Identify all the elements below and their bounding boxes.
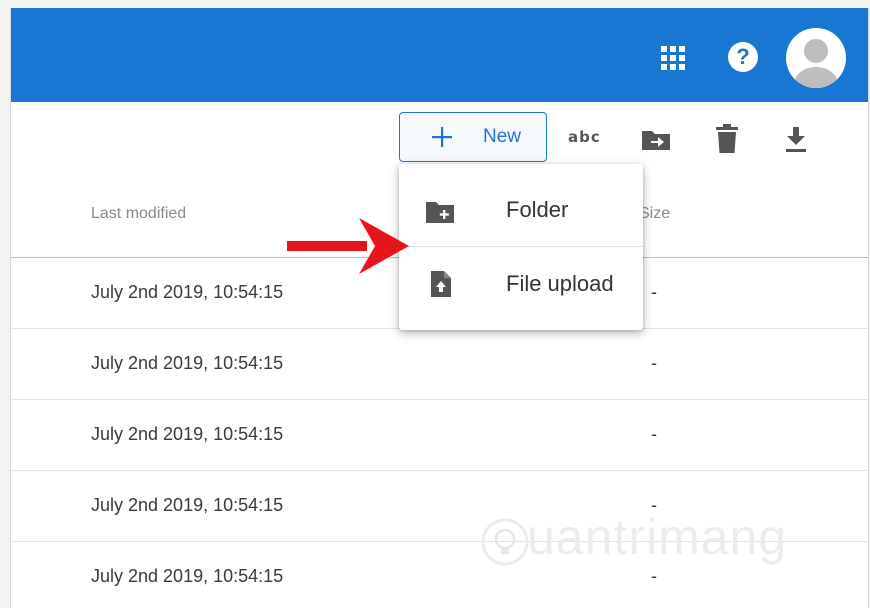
top-app-bar: ? <box>11 8 868 102</box>
rename-icon[interactable]: abc <box>568 128 601 146</box>
plus-icon <box>432 127 452 147</box>
apps-grid-icon[interactable] <box>660 45 686 71</box>
row-size: - <box>651 424 657 444</box>
watermark-logo-icon <box>481 518 529 566</box>
menu-item-folder-label: Folder <box>506 197 569 222</box>
new-dropdown-menu: Folder File upload <box>399 164 643 330</box>
new-button-label: New <box>483 126 522 147</box>
watermark-text: uantrimang <box>527 509 788 565</box>
menu-divider <box>399 246 643 247</box>
file-toolbar: New abc <box>11 102 868 172</box>
row-modified-date: July 2nd 2019, 10:54:15 <box>91 353 284 373</box>
column-header-last-modified[interactable]: Last modified <box>91 205 186 223</box>
row-size: - <box>651 353 657 373</box>
row-size: - <box>651 282 657 302</box>
row-modified-date: July 2nd 2019, 10:54:15 <box>91 495 284 515</box>
account-avatar-icon <box>786 28 846 88</box>
move-folder-icon[interactable] <box>640 128 672 152</box>
row-modified-date: July 2nd 2019, 10:54:15 <box>91 566 284 586</box>
trash-icon[interactable] <box>715 124 739 154</box>
file-upload-icon <box>431 271 451 297</box>
row-modified-date: July 2nd 2019, 10:54:15 <box>91 424 284 444</box>
new-button[interactable]: New <box>399 112 547 162</box>
menu-item-file-upload[interactable]: File upload <box>399 248 643 320</box>
table-row[interactable]: July 2nd 2019, 10:54:15 - <box>11 400 868 470</box>
column-header-size[interactable]: Size <box>639 205 670 223</box>
menu-item-file-upload-label: File upload <box>506 271 614 296</box>
folder-add-icon <box>426 202 454 223</box>
menu-item-folder[interactable]: Folder <box>399 174 643 246</box>
download-icon[interactable] <box>784 126 808 154</box>
file-manager-window: ? New abc Last modified Size July 2nd 20… <box>10 8 869 608</box>
row-modified-date: July 2nd 2019, 10:54:15 <box>91 282 284 302</box>
red-annotation-arrow-icon <box>287 218 409 274</box>
row-size: - <box>651 566 657 586</box>
table-row[interactable]: July 2nd 2019, 10:54:15 - <box>11 329 868 399</box>
help-icon[interactable]: ? <box>728 42 758 72</box>
account-avatar[interactable] <box>786 28 846 88</box>
